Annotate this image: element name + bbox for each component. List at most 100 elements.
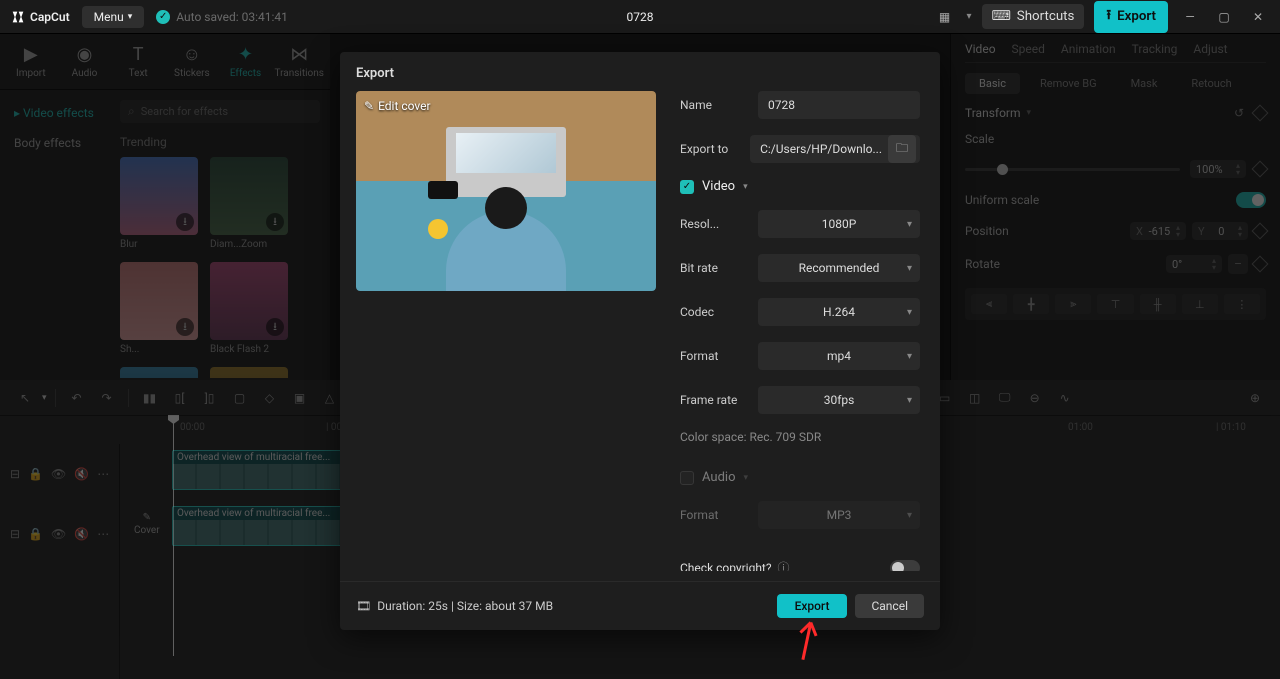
bitrate-select[interactable]: Recommended▾ (758, 254, 920, 282)
effect-thumb[interactable]: ⭳Black Flash 2 (210, 262, 288, 355)
pointer-tool-icon[interactable]: ↖ (12, 385, 38, 411)
copyright-toggle[interactable] (890, 560, 920, 572)
sidebar-item-video-effects[interactable]: ▸ Video effects (6, 100, 104, 126)
undo-icon[interactable]: ↶ (64, 385, 90, 411)
lock-icon[interactable]: 🔒 (28, 527, 43, 541)
format-select[interactable]: mp4▾ (758, 342, 920, 370)
framerate-select[interactable]: 30fps▾ (758, 386, 920, 414)
nav-effects[interactable]: ✦Effects (221, 42, 271, 81)
subtab-mask[interactable]: Mask (1117, 73, 1172, 94)
tab-speed[interactable]: Speed (1012, 42, 1045, 56)
close-icon[interactable]: ✕ (1246, 5, 1270, 29)
tab-animation[interactable]: Animation (1061, 42, 1116, 56)
mute-icon[interactable]: 🔇 (74, 527, 89, 541)
exportto-input[interactable]: C:/Users/HP/Downlo... 🗀 (750, 135, 920, 163)
more-icon[interactable]: ⋯ (97, 527, 109, 541)
name-input[interactable] (758, 91, 920, 119)
tab-video[interactable]: Video (965, 42, 996, 56)
effect-thumb[interactable]: ⭳Diam...Zoom (210, 157, 288, 250)
reset-icon[interactable]: ↺ (1234, 106, 1244, 120)
eye-icon[interactable]: 👁 (51, 467, 66, 481)
export-button-top[interactable]: ⭱ Export (1094, 1, 1168, 33)
delete-icon[interactable]: ▢ (227, 385, 253, 411)
align-center-h[interactable]: ╋ (1013, 294, 1049, 314)
zoom-icon[interactable]: ⊕ (1242, 385, 1268, 411)
split-icon[interactable]: ▮▮ (137, 385, 163, 411)
export-confirm-button[interactable]: Export (777, 594, 848, 618)
info-icon[interactable]: ⓘ (778, 559, 790, 571)
check-icon: ✓ (156, 10, 170, 24)
mute-icon[interactable]: 🔇 (74, 467, 89, 481)
effect-thumb[interactable]: ⭳Sh... (120, 262, 198, 355)
nav-text[interactable]: TText (113, 42, 163, 81)
rotate-value[interactable]: 0°▴▾ (1166, 255, 1222, 273)
keyframe-icon[interactable] (1252, 256, 1269, 273)
effect-thumb[interactable]: ⭳Blur (120, 157, 198, 250)
uniform-scale-toggle[interactable] (1236, 192, 1266, 208)
checkbox-icon[interactable]: ✓ (680, 180, 694, 194)
collapse-icon[interactable]: ⊟ (10, 527, 20, 541)
nav-import[interactable]: ▶Import (6, 42, 56, 81)
tab-adjust[interactable]: Adjust (1193, 42, 1227, 56)
menu-button[interactable]: Menu▾ (82, 6, 145, 28)
rotate-reset[interactable]: – (1228, 254, 1248, 274)
marker-icon[interactable]: ◇ (257, 385, 283, 411)
maximize-icon[interactable]: ▢ (1212, 5, 1236, 29)
nav-audio[interactable]: ◉Audio (60, 42, 110, 81)
mirror-icon[interactable]: △ (317, 385, 343, 411)
more-icon[interactable]: ⋯ (97, 467, 109, 481)
cover-button[interactable]: ✎ Cover (134, 512, 160, 536)
eye-icon[interactable]: 👁 (51, 527, 66, 541)
subtitle-icon[interactable]: 🖵 (992, 385, 1018, 411)
keyframe-icon[interactable] (1252, 223, 1269, 240)
collapse-icon[interactable]: ⊟ (10, 467, 20, 481)
position-x[interactable]: X-615▴▾ (1130, 222, 1186, 240)
shortcuts-button[interactable]: ⌨ Shortcuts (982, 4, 1085, 29)
minimize-icon[interactable]: — (1178, 5, 1202, 29)
sidebar-item-body-effects[interactable]: Body effects (6, 130, 104, 156)
align-right[interactable]: ⫸ (1055, 294, 1091, 314)
nav-stickers[interactable]: ☺Stickers (167, 42, 217, 81)
keyframe-icon[interactable] (1252, 105, 1269, 122)
search-input[interactable] (141, 105, 312, 118)
align-more[interactable]: ⋮ (1224, 294, 1260, 314)
scale-value[interactable]: 100%▴▾ (1190, 160, 1246, 178)
checkbox-icon[interactable] (680, 471, 694, 485)
layout-icon[interactable]: ▦ (933, 5, 957, 29)
video-section[interactable]: ✓ Video ▾ (680, 179, 920, 194)
align-center-v[interactable]: ╫ (1140, 294, 1176, 314)
trim-left-icon[interactable]: ▯[ (167, 385, 193, 411)
align-top[interactable]: ⊤ (1097, 294, 1133, 314)
search-effects[interactable]: ⌕ (120, 100, 320, 123)
align-bottom[interactable]: ⊥ (1182, 294, 1218, 314)
nav-transitions[interactable]: ⋈Transitions (274, 42, 324, 81)
redo-icon[interactable]: ↷ (94, 385, 120, 411)
clip[interactable]: Overhead view of multiracial free... (172, 506, 342, 546)
cancel-button[interactable]: Cancel (855, 594, 924, 618)
align-left[interactable]: ⫷ (971, 294, 1007, 314)
codec-select[interactable]: H.264▾ (758, 298, 920, 326)
effect-thumb[interactable]: ⭳Ed... (210, 367, 288, 378)
audio-wave-icon[interactable]: ∿ (1052, 385, 1078, 411)
tab-tracking[interactable]: Tracking (1132, 42, 1178, 56)
subtab-removebg[interactable]: Remove BG (1026, 73, 1111, 94)
media-panel: ▶Import ◉Audio TText ☺Stickers ✦Effects … (0, 34, 330, 380)
folder-icon[interactable]: 🗀 (888, 135, 916, 163)
clip[interactable]: Overhead view of multiracial free... (172, 450, 342, 490)
copy-icon[interactable]: ▣ (287, 385, 313, 411)
scale-slider[interactable] (965, 168, 1180, 171)
download-icon: ⭳ (266, 213, 284, 231)
edit-cover-button[interactable]: ✎ Edit cover (364, 99, 431, 113)
position-label: Position (965, 224, 1009, 238)
zoom-out-icon[interactable]: ⊖ (1022, 385, 1048, 411)
position-y[interactable]: Y0▴▾ (1192, 222, 1248, 240)
lock-icon[interactable]: 🔒 (28, 467, 43, 481)
subtab-retouch[interactable]: Retouch (1177, 73, 1245, 94)
effect-thumb[interactable]: ⭳Chromatic (120, 367, 198, 378)
trim-right-icon[interactable]: ]▯ (197, 385, 223, 411)
audio-section[interactable]: Audio ▾ (680, 470, 920, 485)
subtab-basic[interactable]: Basic (965, 73, 1020, 94)
preview-icon[interactable]: ◫ (962, 385, 988, 411)
resolution-select[interactable]: 1080P▾ (758, 210, 920, 238)
keyframe-icon[interactable] (1252, 161, 1269, 178)
